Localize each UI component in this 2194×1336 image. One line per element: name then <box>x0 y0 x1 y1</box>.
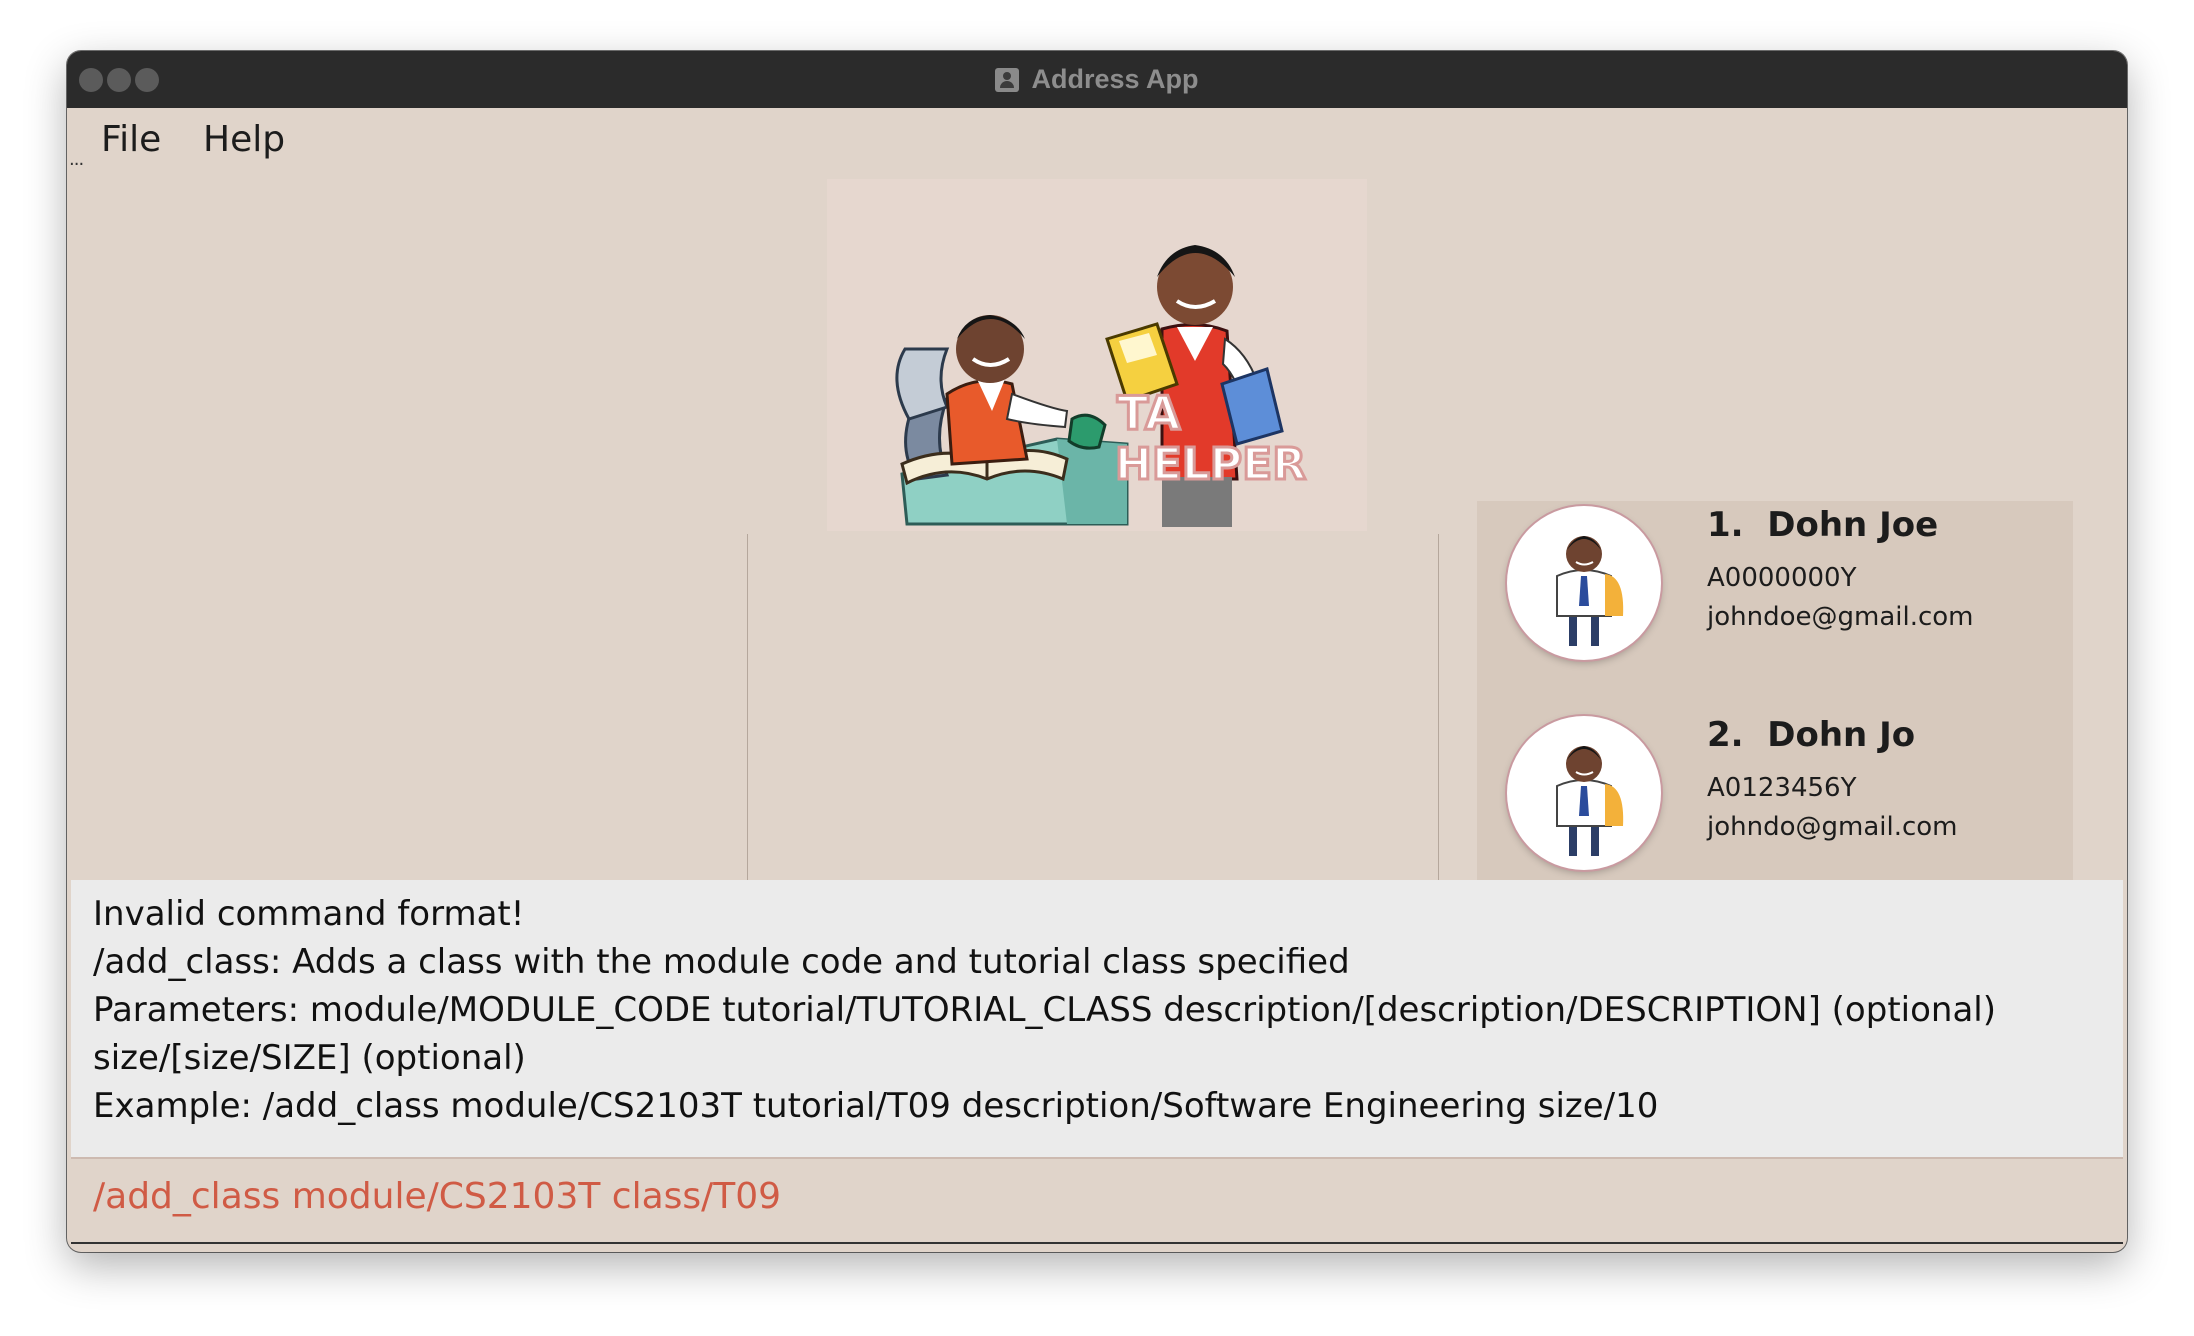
result-line: Example: /add_class module/CS2103T tutor… <box>93 1086 1659 1126</box>
student-id: A0123456Y <box>1707 773 1857 803</box>
avatar <box>1507 506 1661 660</box>
pane-divider-right <box>1438 534 1439 926</box>
command-input[interactable]: /add_class module/CS2103T class/T09 <box>71 1160 2123 1244</box>
person-name: 1. Dohn Joe <box>1707 505 1939 545</box>
logo-text-helper: HELPER <box>1115 439 1306 490</box>
menu-help[interactable]: Help <box>203 119 285 160</box>
result-display: Invalid command format! /add_class: Adds… <box>71 880 2123 1159</box>
middle-pane <box>748 534 1438 926</box>
email: johndoe@gmail.com <box>1707 602 1974 632</box>
person-name: 2. Dohn Jo <box>1707 715 1916 755</box>
result-line: size/[size/SIZE] (optional) <box>93 1038 526 1078</box>
command-input-text[interactable]: /add_class module/CS2103T class/T09 <box>93 1176 781 1217</box>
result-line: Invalid command format! <box>93 894 525 934</box>
email: johndo@gmail.com <box>1707 812 1958 842</box>
ta-helper-logo: TA HELPER <box>827 179 1367 531</box>
person-list[interactable]: 1. Dohn Joe A0000000Y johndoe@gmail.com … <box>1477 501 2073 904</box>
result-line: /add_class: Adds a class with the module… <box>93 942 1350 982</box>
student-id: A0000000Y <box>1707 563 1857 593</box>
list-item[interactable]: 2. Dohn Jo A0123456Y johndo@gmail.com <box>1477 671 2073 881</box>
avatar <box>1507 716 1661 870</box>
contact-book-icon <box>995 67 1020 92</box>
result-line: Parameters: module/MODULE_CODE tutorial/… <box>93 990 1996 1030</box>
title-bar: Address App <box>67 51 2127 108</box>
window-title: Address App <box>1031 64 1199 94</box>
logo-text-ta: TA <box>1117 386 1181 440</box>
overflow-dots-icon: ··· <box>69 154 84 175</box>
app-window: Address App ··· File Help TA HELPER 1. D… <box>67 51 2127 1252</box>
left-pane <box>67 534 747 926</box>
list-item[interactable]: 1. Dohn Joe A0000000Y johndoe@gmail.com <box>1477 501 2073 671</box>
menu-file[interactable]: File <box>101 119 161 160</box>
